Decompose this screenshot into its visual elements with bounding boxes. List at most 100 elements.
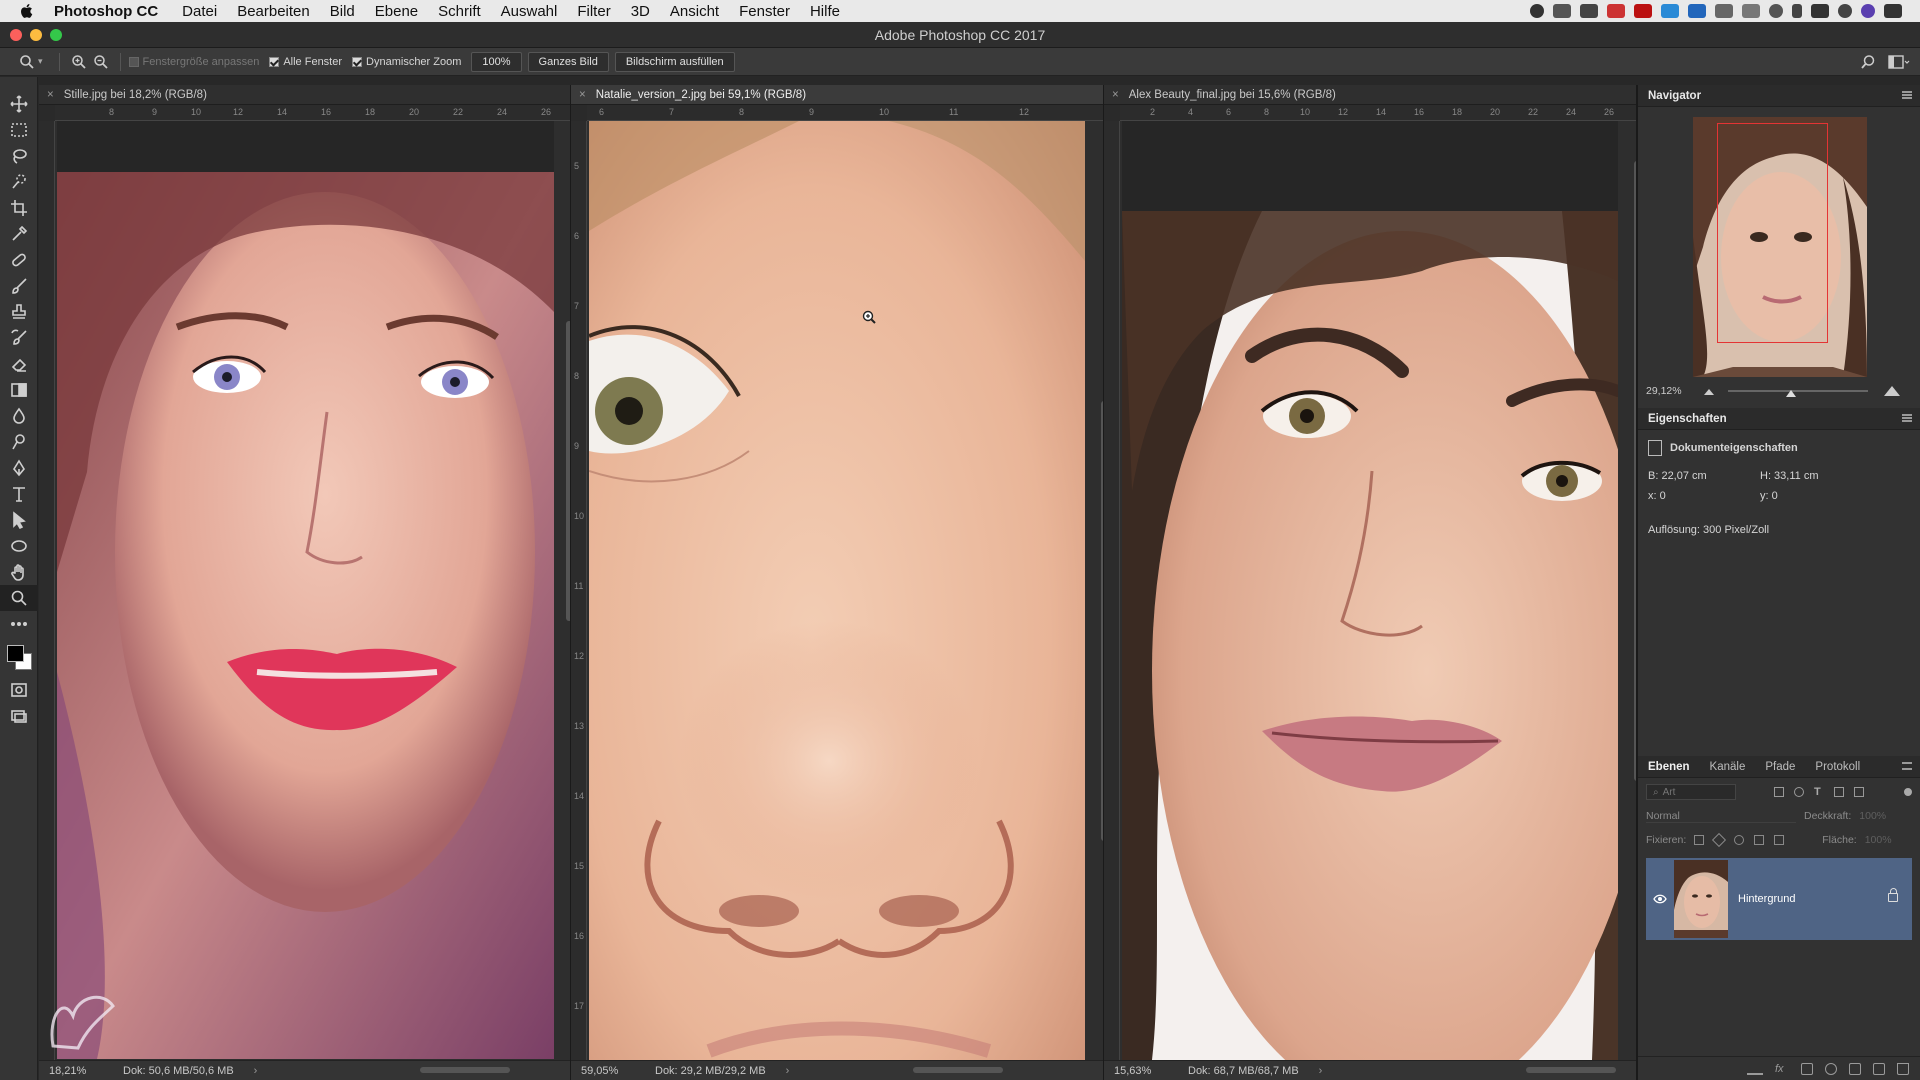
- doc-tab-natalie[interactable]: × Natalie_version_2.jpg bei 59,1% (RGB/8…: [571, 85, 1103, 105]
- navigator-zoom-slider[interactable]: [1728, 390, 1868, 392]
- navigator-panel-header[interactable]: Navigator: [1638, 85, 1920, 107]
- chevron-right-icon[interactable]: ›: [786, 1065, 790, 1077]
- color-swatches[interactable]: [0, 637, 38, 677]
- siri-icon[interactable]: [1861, 4, 1875, 18]
- add-mask-icon[interactable]: [1801, 1062, 1813, 1075]
- menu-bild[interactable]: Bild: [330, 3, 355, 20]
- menu-schrift[interactable]: Schrift: [438, 3, 481, 20]
- notification-center-icon[interactable]: [1884, 4, 1902, 18]
- history-brush-tool[interactable]: [0, 325, 38, 351]
- navigator-view-box[interactable]: [1717, 123, 1828, 343]
- fill-screen-button[interactable]: Bildschirm ausfüllen: [614, 51, 735, 72]
- scrubby-zoom-checkbox[interactable]: Dynamischer Zoom: [352, 56, 461, 68]
- menu-filter[interactable]: Filter: [577, 3, 610, 20]
- search-icon[interactable]: [1860, 54, 1876, 70]
- smart-object-filter-icon[interactable]: [1854, 787, 1864, 797]
- ellipse-tool[interactable]: [0, 533, 38, 559]
- fx-icon[interactable]: fx: [1775, 1063, 1789, 1075]
- zoom-out-button[interactable]: [90, 51, 112, 73]
- panel-menu-icon[interactable]: [1902, 414, 1912, 422]
- lock-all-icon[interactable]: [1774, 835, 1785, 845]
- navigator-zoom-value[interactable]: 29,12%: [1646, 385, 1682, 397]
- pixel-filter-icon[interactable]: [1774, 787, 1784, 797]
- layer-name[interactable]: Hintergrund: [1738, 893, 1795, 905]
- menu-3d[interactable]: 3D: [631, 3, 650, 20]
- pen-tool[interactable]: [0, 455, 38, 481]
- brush-tool[interactable]: [0, 273, 38, 299]
- close-tab-icon[interactable]: ×: [1112, 89, 1119, 101]
- doc-width-field[interactable]: B: 22,07 cm: [1648, 470, 1760, 482]
- fill-value[interactable]: 100%: [1865, 834, 1892, 846]
- sync-icon[interactable]: [1661, 4, 1679, 18]
- zoom-level[interactable]: 15,63%: [1104, 1065, 1164, 1077]
- close-tab-icon[interactable]: ×: [579, 89, 586, 101]
- filter-toggle-icon[interactable]: [1904, 788, 1912, 796]
- tab-pfade[interactable]: Pfade: [1755, 761, 1805, 773]
- properties-panel-header[interactable]: Eigenschaften: [1638, 408, 1920, 430]
- lasso-tool[interactable]: [0, 143, 38, 169]
- menu-hilfe[interactable]: Hilfe: [810, 3, 840, 20]
- zoom-in-mountain-icon[interactable]: [1884, 384, 1900, 396]
- search-icon[interactable]: [1838, 4, 1852, 18]
- path-selection-tool[interactable]: [0, 507, 38, 533]
- layer-filter-select[interactable]: ⌕ Art: [1646, 784, 1736, 800]
- panel-menu-icon[interactable]: [1902, 762, 1912, 770]
- zoom-out-mountain-icon[interactable]: [1704, 387, 1714, 395]
- panel-menu-icon[interactable]: [1902, 91, 1912, 99]
- new-group-icon[interactable]: [1849, 1062, 1861, 1075]
- opacity-value[interactable]: 100%: [1859, 810, 1886, 822]
- menu-auswahl[interactable]: Auswahl: [501, 3, 558, 20]
- fit-windows-checkbox[interactable]: Fenstergröße anpassen: [128, 56, 259, 68]
- lock-position-icon[interactable]: [1734, 835, 1745, 845]
- workspace-icon[interactable]: [1888, 54, 1910, 70]
- quick-mask-button[interactable]: [0, 677, 38, 703]
- record-icon[interactable]: [1530, 4, 1544, 18]
- adjustment-layer-icon[interactable]: [1825, 1062, 1837, 1075]
- gradient-tool[interactable]: [0, 377, 38, 403]
- zoom-in-button[interactable]: [68, 51, 90, 73]
- horizontal-scrollbar[interactable]: [420, 1067, 510, 1073]
- doc-tab-alex[interactable]: × Alex Beauty_final.jpg bei 15,6% (RGB/8…: [1104, 85, 1636, 105]
- hand-tool[interactable]: [0, 559, 38, 585]
- doc-height-field[interactable]: H: 33,11 cm: [1760, 470, 1870, 482]
- doc-y-field[interactable]: y: 0: [1760, 490, 1870, 502]
- document-canvas[interactable]: [1120, 121, 1636, 1060]
- layer-row-hintergrund[interactable]: Hintergrund: [1646, 858, 1912, 940]
- chevron-right-icon[interactable]: ›: [1319, 1065, 1323, 1077]
- screen-mode-button[interactable]: [0, 703, 38, 729]
- time-machine-icon[interactable]: [1769, 4, 1783, 18]
- blur-tool[interactable]: [0, 403, 38, 429]
- document-canvas[interactable]: [55, 121, 570, 1060]
- marquee-tool[interactable]: [0, 117, 38, 143]
- screen-icon[interactable]: [1715, 4, 1733, 18]
- tab-kanaele[interactable]: Kanäle: [1700, 761, 1756, 773]
- quick-selection-tool[interactable]: [0, 169, 38, 195]
- doc-x-field[interactable]: x: 0: [1648, 490, 1760, 502]
- trash-icon[interactable]: [1897, 1062, 1909, 1075]
- wifi-icon[interactable]: [1811, 4, 1829, 18]
- creative-cloud-icon[interactable]: [1607, 4, 1625, 18]
- apple-icon[interactable]: [18, 2, 36, 20]
- adjustment-filter-icon[interactable]: [1794, 787, 1804, 797]
- chevron-down-icon[interactable]: ▾: [38, 56, 43, 67]
- adobe-icon[interactable]: [1634, 4, 1652, 18]
- dropbox-icon[interactable]: [1688, 4, 1706, 18]
- shape-filter-icon[interactable]: [1834, 787, 1844, 797]
- document-canvas[interactable]: [587, 121, 1103, 1060]
- app-menu[interactable]: Photoshop CC: [54, 3, 158, 20]
- tab-protokoll[interactable]: Protokoll: [1805, 761, 1870, 773]
- close-tab-icon[interactable]: ×: [47, 89, 54, 101]
- app-status-icon[interactable]: [1553, 4, 1571, 18]
- display-icon[interactable]: [1580, 4, 1598, 18]
- menu-ansicht[interactable]: Ansicht: [670, 3, 719, 20]
- bluetooth-icon[interactable]: [1792, 4, 1802, 18]
- type-tool[interactable]: [0, 481, 38, 507]
- healing-brush-tool[interactable]: [0, 247, 38, 273]
- new-layer-icon[interactable]: [1873, 1062, 1885, 1075]
- eraser-tool[interactable]: [0, 351, 38, 377]
- all-windows-checkbox[interactable]: Alle Fenster: [269, 56, 342, 68]
- doc-tab-stille[interactable]: × Stille.jpg bei 18,2% (RGB/8): [39, 85, 570, 105]
- type-filter-icon[interactable]: T: [1814, 787, 1824, 798]
- menu-fenster[interactable]: Fenster: [739, 3, 790, 20]
- chevron-right-icon[interactable]: ›: [254, 1065, 258, 1077]
